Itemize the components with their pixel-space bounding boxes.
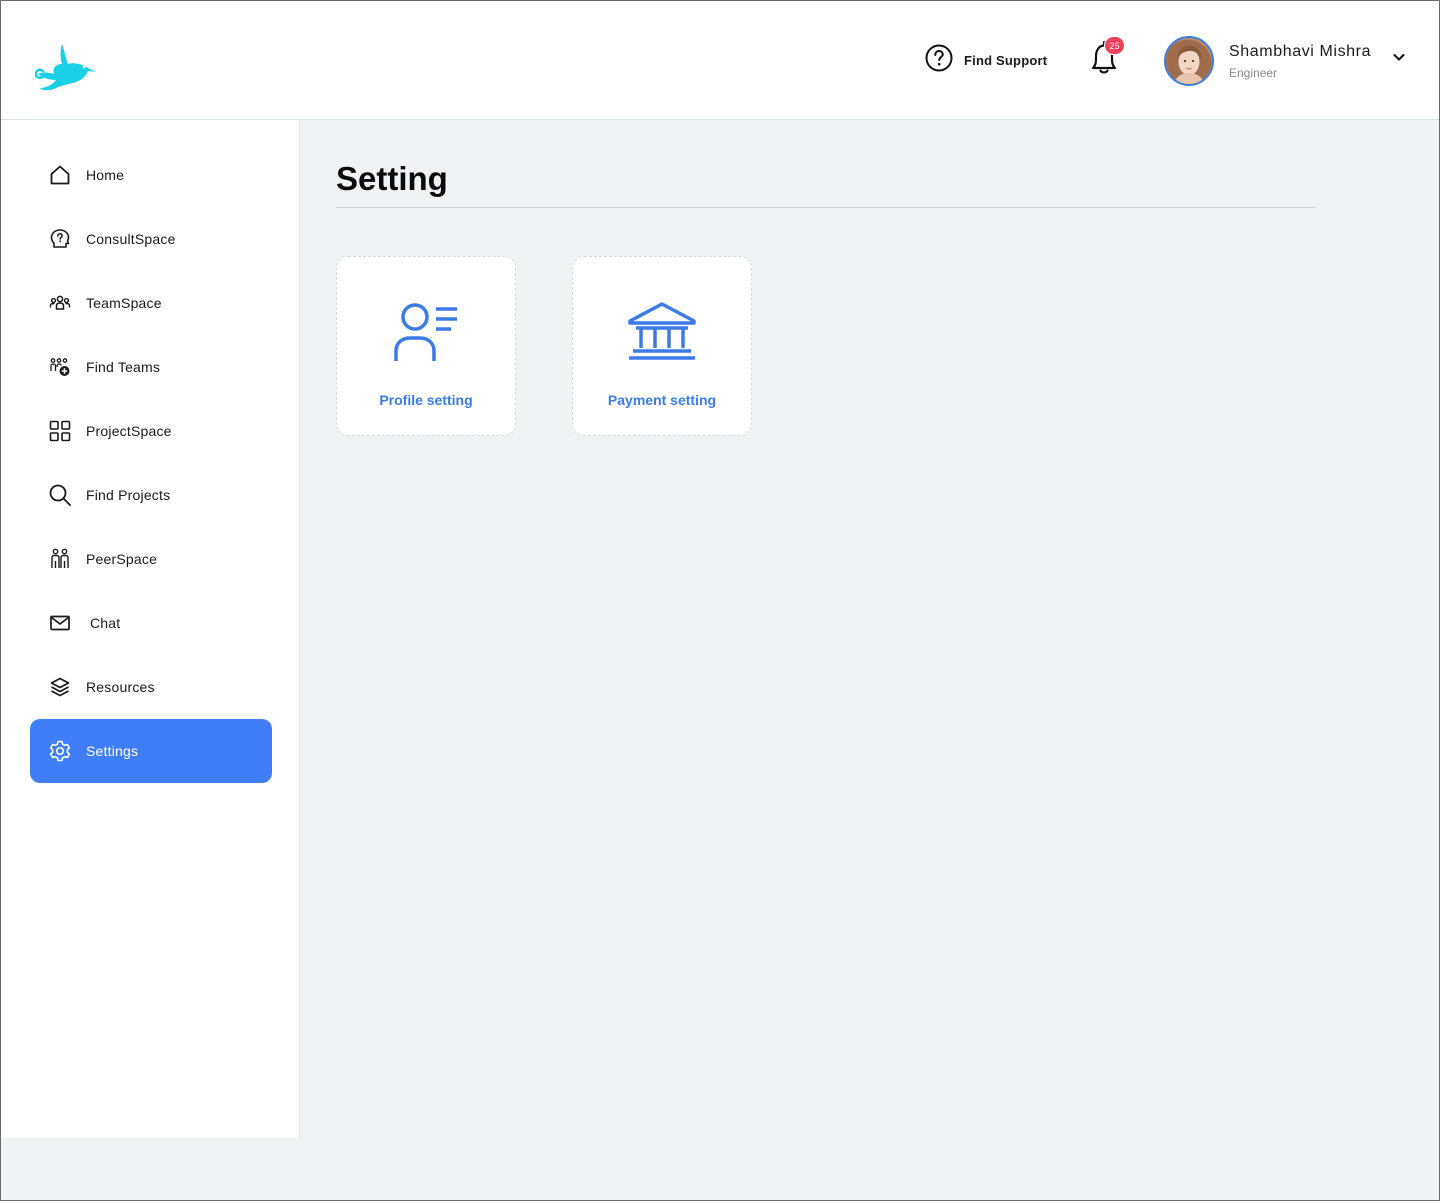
mail-icon xyxy=(47,610,73,636)
sidebar-item-label: Chat xyxy=(90,615,121,631)
bird-logo-icon[interactable] xyxy=(32,38,100,94)
grid-icon xyxy=(47,418,73,444)
find-support-label: Find Support xyxy=(964,52,1048,68)
sidebar-item-label: TeamSpace xyxy=(86,295,162,311)
sidebar-item-teamspace[interactable]: TeamSpace xyxy=(30,271,272,335)
home-icon xyxy=(47,162,73,188)
consult-icon xyxy=(47,226,73,252)
title-divider xyxy=(336,207,1316,208)
sidebar-item-label: Find Projects xyxy=(86,487,171,503)
sidebar-item-home[interactable]: Home xyxy=(30,143,272,207)
sidebar-item-resources[interactable]: Resources xyxy=(30,655,272,719)
sidebar-item-label: Resources xyxy=(86,679,155,695)
help-circle-icon xyxy=(924,43,954,78)
find-teams-icon xyxy=(47,354,73,380)
profile-setting-card[interactable]: Profile setting xyxy=(336,256,516,436)
sidebar-item-find-projects[interactable]: Find Projects xyxy=(30,463,272,527)
sidebar-item-find-teams[interactable]: Find Teams xyxy=(30,335,272,399)
team-icon xyxy=(47,290,73,316)
user-profile-menu[interactable]: Shambhavi Mishra Engineer xyxy=(1164,35,1407,87)
sidebar-item-label: PeerSpace xyxy=(86,551,158,567)
card-label: Payment setting xyxy=(607,392,717,408)
sidebar-item-projectspace[interactable]: ProjectSpace xyxy=(30,399,272,463)
notification-count-badge: 25 xyxy=(1104,36,1125,55)
user-role: Engineer xyxy=(1229,65,1278,80)
sidebar-item-label: Find Teams xyxy=(86,359,161,375)
peers-icon xyxy=(47,546,73,572)
bank-icon xyxy=(627,301,697,363)
sidebar-item-label: Home xyxy=(86,167,125,183)
payment-setting-card[interactable]: Payment setting xyxy=(572,256,752,436)
user-name: Shambhavi Mishra xyxy=(1229,42,1372,60)
search-icon xyxy=(47,482,73,508)
sidebar-item-consultspace[interactable]: ConsultSpace xyxy=(30,207,272,271)
profile-list-icon xyxy=(391,301,461,363)
avatar[interactable] xyxy=(1164,36,1214,86)
chevron-down-icon[interactable] xyxy=(1391,49,1407,70)
sidebar-item-peerspace[interactable]: PeerSpace xyxy=(30,527,272,591)
gear-icon xyxy=(47,738,73,764)
sidebar-item-settings[interactable]: Settings xyxy=(30,719,272,783)
find-support-button[interactable]: Find Support xyxy=(924,43,1048,78)
card-label: Profile setting xyxy=(379,392,473,408)
sidebar-item-label: ProjectSpace xyxy=(86,423,172,439)
page-title: Setting xyxy=(336,160,448,197)
top-header: Find Support 25 Shambhavi Mishra Enginee xyxy=(0,0,1440,120)
sidebar-item-label: Settings xyxy=(86,743,139,759)
sidebar-item-chat[interactable]: Chat xyxy=(30,591,272,655)
sidebar-item-label: ConsultSpace xyxy=(86,231,176,247)
sidebar: Home ConsultSpace TeamSpace Find Teams P… xyxy=(0,120,300,1138)
layers-icon xyxy=(47,674,73,700)
